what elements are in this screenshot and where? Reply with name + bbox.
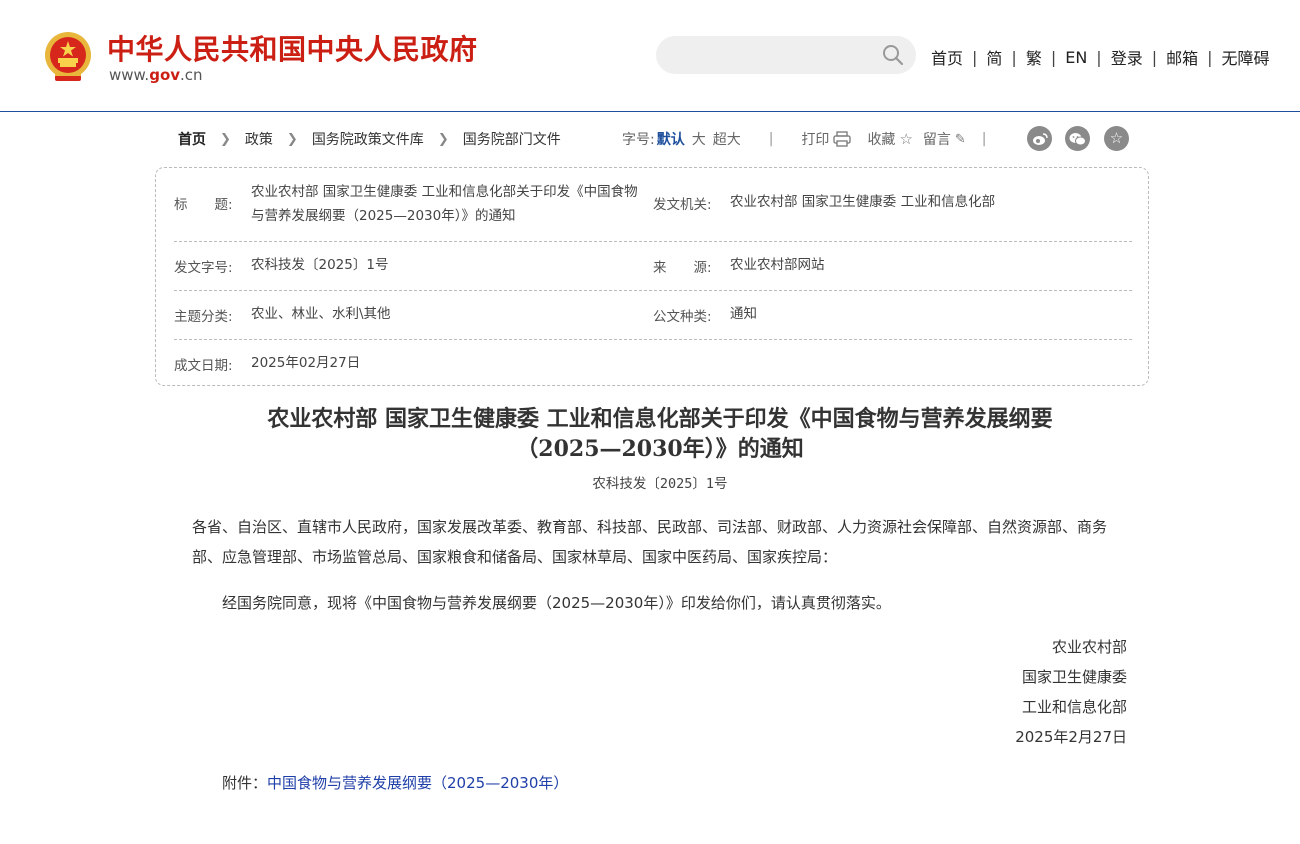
date-label: 成文日期: bbox=[174, 358, 233, 374]
attachment: 附件：中国食物与营养发展纲要（2025—2030年） bbox=[222, 768, 568, 798]
printer-icon bbox=[833, 131, 852, 147]
date-value: 2025年02月27日 bbox=[251, 355, 361, 371]
site-title[interactable]: 中华人民共和国中央人民政府 bbox=[107, 28, 478, 68]
star-icon[interactable]: ☆ bbox=[1104, 126, 1129, 151]
doc-no-value: 农科技发〔2025〕1号 bbox=[251, 257, 389, 273]
nav-mail[interactable]: 邮箱 bbox=[1166, 45, 1198, 69]
site-url-suffix: .cn bbox=[180, 66, 203, 84]
title-label: 标 题: bbox=[174, 197, 233, 213]
font-size-default[interactable]: 默认 bbox=[657, 129, 685, 149]
chevron-right-icon: ❯ bbox=[437, 131, 449, 147]
topic-value: 农业、林业、水利\其他 bbox=[251, 306, 391, 322]
metadata-row-docno: 发文字号: 农科技发〔2025〕1号 来 源: 农业农村部网站 bbox=[174, 241, 1132, 291]
metadata-row-topic: 主题分类: 农业、林业、水利\其他 公文种类: 通知 bbox=[174, 290, 1132, 340]
doc-type-value: 通知 bbox=[730, 306, 757, 322]
nav-simplified[interactable]: 简 bbox=[986, 45, 1002, 69]
issuer-label: 发文机关: bbox=[653, 197, 712, 213]
sign-date: 2025年2月27日 bbox=[1015, 728, 1127, 746]
search-icon[interactable] bbox=[882, 44, 904, 66]
topic-label: 主题分类: bbox=[174, 309, 233, 325]
source-label: 来 源: bbox=[653, 260, 712, 276]
site-url-prefix: www. bbox=[109, 66, 150, 84]
tool-separator: | bbox=[981, 131, 987, 147]
top-nav: 首页 | 简 | 繁 | EN | 登录 | 邮箱 | 无障碍 bbox=[931, 45, 1270, 69]
site-header: 中华人民共和国中央人民政府 www.gov.cn 首页 | 简 | 繁 | EN | 登… bbox=[0, 0, 1300, 112]
favorite-label: 收藏 bbox=[867, 132, 896, 148]
font-size-label: 字号: bbox=[622, 132, 655, 148]
attachment-link[interactable]: 中国食物与营养发展纲要（2025—2030年） bbox=[267, 774, 568, 792]
print-button[interactable]: 打印 bbox=[801, 129, 852, 149]
nav-separator: | bbox=[1207, 47, 1213, 67]
font-size-xlarge[interactable]: 超大 bbox=[713, 129, 741, 149]
doc-type-label: 公文种类: bbox=[653, 309, 712, 325]
page-toolbar: 首页 ❯ 政策 ❯ 国务院政策文件库 ❯ 国务院部门文件 字号: 默认 大 超大… bbox=[0, 126, 1300, 152]
breadcrumb-policy[interactable]: 政策 bbox=[245, 129, 273, 149]
document-title: 农业农村部 国家卫生健康委 工业和信息化部关于印发《中国食物与营养发展纲要 （2… bbox=[155, 404, 1165, 464]
doc-no-label: 发文字号: bbox=[174, 260, 233, 276]
document-number: 农科技发〔2025〕1号 bbox=[592, 476, 728, 492]
comment-button[interactable]: 留言 ✎ bbox=[923, 129, 966, 149]
weibo-icon[interactable] bbox=[1027, 126, 1052, 151]
page-tools: 字号: 默认 大 超大 | 打印 收藏 ☆ 留言 ✎ | bbox=[622, 129, 987, 149]
breadcrumb: 首页 ❯ 政策 ❯ 国务院政策文件库 ❯ 国务院部门文件 bbox=[178, 129, 561, 149]
print-label: 打印 bbox=[801, 132, 830, 148]
document-body: 经国务院同意，现将《中国食物与营养发展纲要（2025—2030年）》印发给你们，… bbox=[222, 594, 891, 612]
search-bar bbox=[656, 36, 916, 74]
document-metadata-box: 标 题: 农业农村部 国家卫生健康委 工业和信息化部关于印发《中国食物与营养发展… bbox=[155, 167, 1149, 386]
signatory: 国家卫生健康委 bbox=[1021, 668, 1127, 686]
nav-separator: | bbox=[1096, 47, 1102, 67]
document-title-line-2: （2025—2030年）》的通知 bbox=[516, 436, 804, 462]
search-input[interactable] bbox=[674, 45, 878, 67]
nav-separator: | bbox=[1011, 47, 1017, 67]
attachment-label: 附件： bbox=[222, 774, 268, 792]
font-size-large[interactable]: 大 bbox=[692, 129, 706, 149]
chevron-right-icon: ❯ bbox=[286, 131, 298, 147]
pencil-icon: ✎ bbox=[954, 131, 966, 147]
breadcrumb-policy-library[interactable]: 国务院政策文件库 bbox=[312, 129, 424, 149]
metadata-row-title: 标 题: 农业农村部 国家卫生健康委 工业和信息化部关于印发《中国食物与营养发展… bbox=[174, 178, 1132, 242]
breadcrumb-home[interactable]: 首页 bbox=[178, 129, 206, 149]
breadcrumb-department-docs[interactable]: 国务院部门文件 bbox=[463, 129, 561, 149]
source-value: 农业农村部网站 bbox=[730, 257, 825, 273]
metadata-row-date: 成文日期: 2025年02月27日 bbox=[174, 339, 1132, 384]
title-value: 农业农村部 国家卫生健康委 工业和信息化部关于印发《中国食物与营养发展纲要（20… bbox=[251, 184, 638, 224]
chevron-right-icon: ❯ bbox=[220, 131, 231, 147]
document-title-line-1: 农业农村部 国家卫生健康委 工业和信息化部关于印发《中国食物与营养发展纲要 bbox=[267, 406, 1053, 432]
nav-accessibility[interactable]: 无障碍 bbox=[1222, 45, 1270, 69]
national-emblem-logo[interactable] bbox=[43, 31, 93, 83]
issuer-value: 农业农村部 国家卫生健康委 工业和信息化部 bbox=[730, 194, 996, 210]
nav-english[interactable]: EN bbox=[1065, 48, 1087, 67]
favorite-button[interactable]: 收藏 ☆ bbox=[867, 129, 912, 149]
star-outline-icon: ☆ bbox=[899, 130, 913, 148]
comment-label: 留言 bbox=[922, 132, 951, 148]
nav-traditional[interactable]: 繁 bbox=[1026, 45, 1042, 69]
document-recipients: 各省、自治区、直辖市人民政府，国家发展改革委、教育部、科技部、民政部、司法部、财… bbox=[192, 518, 1108, 566]
site-url: www.gov.cn bbox=[109, 66, 203, 84]
signatory: 工业和信息化部 bbox=[1021, 698, 1127, 716]
nav-home[interactable]: 首页 bbox=[931, 45, 963, 69]
site-url-domain: gov bbox=[149, 66, 181, 84]
wechat-icon[interactable] bbox=[1065, 126, 1090, 151]
nav-login[interactable]: 登录 bbox=[1111, 45, 1143, 69]
nav-separator: | bbox=[1050, 47, 1057, 67]
nav-separator: | bbox=[972, 47, 978, 67]
nav-separator: | bbox=[1151, 47, 1158, 67]
signature-block: 农业农村部 国家卫生健康委 工业和信息化部 2025年2月27日 bbox=[1015, 632, 1127, 752]
signatory: 农业农村部 bbox=[1051, 638, 1127, 656]
tool-separator: | bbox=[768, 131, 774, 147]
